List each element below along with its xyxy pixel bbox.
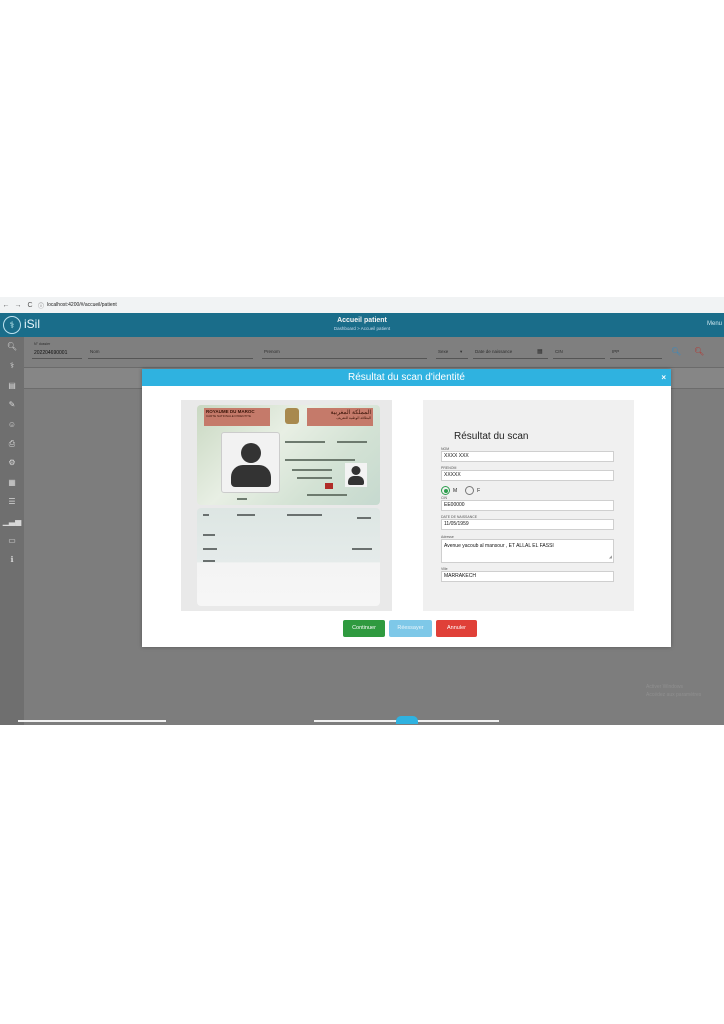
info-icon[interactable]: ℹ — [0, 550, 24, 569]
ville-input[interactable]: MARRAKECH — [441, 571, 614, 582]
resize-handle-icon[interactable]: ◢ — [609, 552, 612, 561]
continue-button[interactable]: Continuer — [343, 620, 385, 637]
prenom-field: PRENOM XXXXX — [441, 466, 614, 481]
naissance-input[interactable]: Date de naissance ▦ — [473, 344, 548, 359]
list-icon[interactable]: ☰ — [0, 492, 24, 511]
ville-field: Ville MARRAKECH — [441, 567, 614, 582]
stethoscope-icon[interactable]: ⚕ — [0, 356, 24, 375]
sexe-m-radio[interactable] — [441, 486, 450, 495]
naissance-placeholder: Date de naissance — [475, 349, 513, 354]
printer-icon[interactable]: ⎙ — [0, 434, 24, 453]
card-photo-placeholder — [221, 432, 280, 493]
adresse-textarea[interactable]: Avenue yacoub al mansour , ET ALLAL EL F… — [441, 539, 614, 563]
scan-result-modal: Résultat du scan d'identité × ROYAUME DU… — [142, 369, 671, 647]
flag-icon — [325, 483, 333, 489]
dossier-field[interactable]: N° dossier 202204690001 — [32, 342, 82, 359]
calculator-icon[interactable]: ▦ — [0, 473, 24, 492]
naissance-input[interactable]: 11/05/1959 — [441, 519, 614, 530]
file-icon[interactable]: ▤ — [0, 376, 24, 395]
cin-field: CIN EE00000 — [441, 496, 614, 511]
patient-search-bar: N° dossier 202204690001 Nom Prenom Sexe … — [24, 337, 724, 368]
cin-input[interactable]: CIN — [553, 344, 605, 359]
address-bar[interactable]: localhost:4200/#/accueil/patient — [47, 302, 117, 308]
reset-search-icon[interactable]: 🔍︎ — [694, 347, 704, 356]
breadcrumb: Dashboard > Accueil patient — [333, 326, 391, 331]
id-card-back-image — [197, 508, 380, 606]
edit-icon[interactable]: ✎ — [0, 395, 24, 414]
sexe-f-radio[interactable] — [465, 486, 475, 495]
site-info-icon[interactable]: ⓘ — [38, 301, 44, 310]
reload-button[interactable]: C — [24, 302, 36, 309]
cin-placeholder: CIN — [555, 349, 563, 354]
app-header: ⚕ iSil Accueil patient Dashboard > Accue… — [0, 313, 724, 337]
adresse-field: Adresse Avenue yacoub al mansour , ET AL… — [441, 535, 614, 563]
modal-title: Résultat du scan d'identité — [348, 372, 465, 383]
prenom-input[interactable]: Prenom — [262, 344, 427, 359]
modal-header: Résultat du scan d'identité × — [142, 369, 671, 386]
nom-placeholder: Nom — [90, 349, 100, 354]
card-mini-photo — [345, 463, 367, 487]
prenom-placeholder: Prenom — [264, 349, 280, 354]
back-button[interactable]: ← — [0, 302, 12, 309]
sidebar: 🔍︎ ⚕ ▤ ✎ ☺ ⎙ ⚙ ▦ ☰ ▁▃▅ ▭ ℹ — [0, 337, 24, 725]
monitor-icon[interactable]: ▭ — [0, 531, 24, 550]
user-icon[interactable]: ☺ — [0, 415, 24, 434]
search-icon[interactable]: 🔍︎ — [0, 337, 24, 356]
settings-icon[interactable]: ⚙ — [0, 453, 24, 472]
close-icon[interactable]: × — [661, 369, 666, 386]
retry-button[interactable]: Réessayer — [389, 620, 432, 637]
nom-field: NOM XXXX XXX — [441, 447, 614, 462]
nom-input[interactable]: Nom — [88, 344, 253, 359]
sexe-radio-group: M F — [441, 486, 480, 495]
nom-input[interactable]: XXXX XXX — [441, 451, 614, 462]
scan-result-panel: Résultat du scan NOM XXXX XXX PRENOM XXX… — [423, 400, 634, 611]
ipp-placeholder: IPP — [612, 349, 620, 354]
screenshot-area: ← → C ⓘ localhost:4200/#/accueil/patient… — [0, 297, 724, 725]
coat-of-arms-icon — [285, 408, 299, 424]
dossier-label: N° dossier — [34, 342, 51, 346]
cancel-button[interactable]: Annuler — [436, 620, 477, 637]
sexe-m-label: M — [453, 487, 458, 494]
card-header-ar: المملكة المغربية البطاقة الوطنية للتعريف — [307, 408, 373, 426]
menu-button[interactable]: Menu — [707, 321, 722, 327]
browser-toolbar: ← → C ⓘ localhost:4200/#/accueil/patient — [0, 297, 724, 313]
chart-icon[interactable]: ▁▃▅ — [0, 512, 24, 531]
id-card-front-image: ROYAUME DU MAROC CARTE NATIONALE D'IDENT… — [197, 405, 380, 505]
prenom-input[interactable]: XXXXX — [441, 470, 614, 481]
sexe-f-label: F — [477, 487, 481, 494]
calendar-icon[interactable]: ▦ — [537, 348, 543, 355]
forward-button[interactable]: → — [12, 302, 24, 309]
sexe-select[interactable]: Sexe ▾ — [436, 344, 468, 359]
windows-activation-watermark: Activer Windows Accédez aux paramètres — [646, 684, 702, 698]
page-title: Accueil patient — [337, 317, 387, 324]
naissance-field: DATE DE NAISSANCE 11/05/1959 — [441, 515, 614, 530]
scanned-card-panel: ROYAUME DU MAROC CARTE NATIONALE D'IDENT… — [181, 400, 392, 611]
search-icon[interactable]: 🔍︎ — [671, 347, 681, 356]
ipp-input[interactable]: IPP — [610, 344, 662, 359]
sexe-placeholder: Sexe — [438, 349, 449, 354]
adresse-value: Avenue yacoub al mansour , ET ALLAL EL F… — [444, 543, 554, 549]
card-header-fr: ROYAUME DU MAROC CARTE NATIONALE D'IDENT… — [204, 408, 270, 426]
result-title: Résultat du scan — [454, 431, 529, 442]
cin-input[interactable]: EE00000 — [441, 500, 614, 511]
scroll-top-button[interactable] — [396, 716, 418, 724]
chevron-down-icon: ▾ — [460, 349, 463, 354]
dossier-value: 202204690001 — [34, 350, 68, 356]
footer-divider — [18, 720, 166, 722]
